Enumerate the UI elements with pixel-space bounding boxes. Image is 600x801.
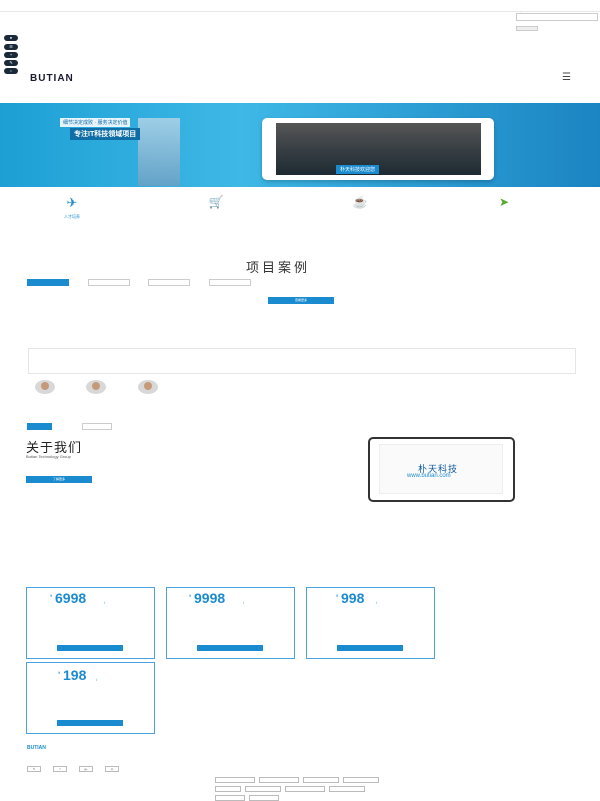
price-unit: /: [376, 600, 378, 605]
cart-icon: 🛒: [208, 195, 224, 209]
login-button[interactable]: [516, 26, 538, 31]
price-value: 9998: [194, 590, 226, 606]
currency-symbol: ¥: [189, 593, 192, 598]
side-edit-icon[interactable]: ✎: [4, 60, 18, 66]
facebook-icon[interactable]: f: [53, 766, 67, 772]
currency-symbol: ¥: [336, 593, 339, 598]
search-input[interactable]: [516, 13, 598, 21]
footer-tag[interactable]: [249, 795, 279, 801]
tab-project-2[interactable]: [88, 279, 130, 286]
feature-title: 人才培养: [64, 214, 80, 219]
projects-title: 项目案例: [246, 260, 311, 275]
price-value: 998: [341, 590, 365, 606]
price-value: 6998: [55, 590, 87, 606]
building-image: [138, 118, 180, 186]
footer-tag[interactable]: [215, 786, 241, 792]
plan-button[interactable]: [337, 645, 403, 651]
footer-tag[interactable]: [215, 777, 255, 783]
tab-project-4[interactable]: [209, 279, 251, 286]
twitter-icon[interactable]: ✎: [27, 766, 41, 772]
avatar: [35, 380, 55, 394]
footer-tag[interactable]: [343, 777, 379, 783]
price-unit: /: [243, 600, 245, 605]
footer-tag[interactable]: [215, 795, 245, 801]
price-value: 198: [63, 667, 87, 683]
hamburger-icon[interactable]: ☰: [562, 72, 571, 83]
dribbble-icon[interactable]: ◎: [105, 766, 119, 772]
plan-button[interactable]: [197, 645, 263, 651]
googleplus-icon[interactable]: g+: [79, 766, 93, 772]
side-bullet-icon[interactable]: •: [4, 68, 18, 74]
cup-icon: ☕: [352, 195, 368, 209]
header-divider: [0, 11, 600, 12]
side-list-icon[interactable]: ☰: [4, 44, 18, 50]
view-more-button[interactable]: 查看更多: [268, 297, 334, 304]
plane-icon: ✈: [66, 195, 78, 210]
footer-tag[interactable]: [329, 786, 365, 792]
footer-tag[interactable]: [259, 777, 299, 783]
tablet-caption: 朴天科技欢迎您: [336, 165, 380, 174]
logo[interactable]: BUTIAN: [30, 73, 74, 84]
tab-project-3[interactable]: [148, 279, 190, 286]
banner-tag: 细节决定成败 · 服务决定价值: [60, 118, 131, 127]
footer-tag[interactable]: [245, 786, 281, 792]
footer-logo[interactable]: BUTIAN: [27, 745, 46, 751]
side-home-icon[interactable]: ●: [4, 35, 18, 41]
currency-symbol: ¥: [50, 593, 53, 598]
price-unit: /: [96, 677, 98, 682]
learn-more-button[interactable]: 了解更多: [26, 476, 92, 483]
avatar: [138, 380, 158, 394]
ipad-url: www.butian.com: [407, 473, 451, 479]
banner-title: 专注IT科技领域项目: [70, 128, 141, 140]
plan-button[interactable]: [57, 645, 123, 651]
price-unit: /: [104, 600, 106, 605]
rocket-icon: ➤: [498, 195, 510, 209]
about-subtitle: Butian Technology Group: [26, 454, 71, 459]
side-plus-icon[interactable]: +: [4, 52, 18, 58]
tab-about-2[interactable]: [82, 423, 112, 430]
project-panel: [28, 348, 576, 374]
tab-about-1[interactable]: [27, 423, 52, 430]
footer-tag[interactable]: [303, 777, 339, 783]
plan-button[interactable]: [57, 720, 123, 726]
avatar: [86, 380, 106, 394]
tab-project-1[interactable]: [27, 279, 69, 286]
currency-symbol: ¥: [58, 670, 61, 675]
footer-tag[interactable]: [285, 786, 325, 792]
register-link[interactable]: [541, 26, 561, 31]
